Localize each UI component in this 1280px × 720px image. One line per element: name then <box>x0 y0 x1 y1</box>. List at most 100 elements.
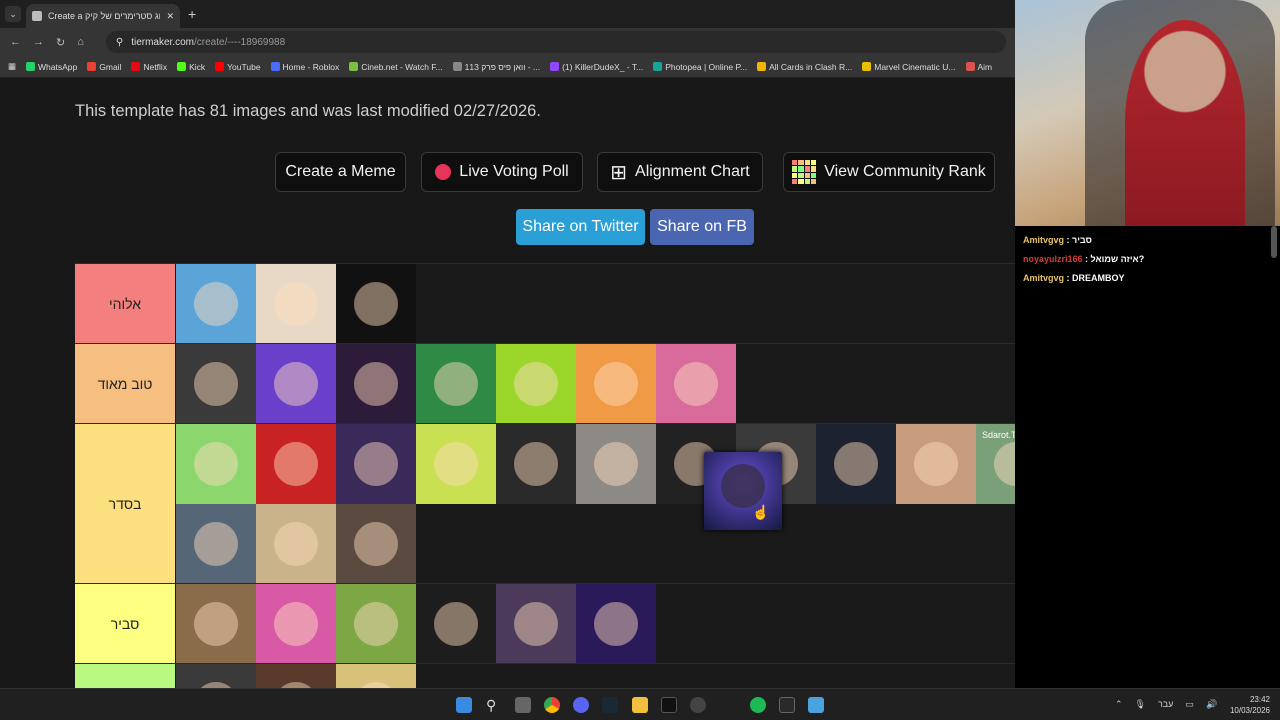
bookmark-item[interactable]: All Cards in Clash R... <box>757 62 852 72</box>
tier-item-image[interactable] <box>176 344 256 424</box>
network-icon[interactable]: ▭ <box>1185 699 1194 710</box>
back-icon[interactable]: ← <box>10 36 21 48</box>
tier-item-image[interactable] <box>176 584 256 664</box>
live-voting-poll-button[interactable]: Live Voting Poll <box>421 152 583 192</box>
bookmark-item[interactable]: Marvel Cinematic U... <box>862 62 956 72</box>
bookmark-label: Photopea | Online P... <box>665 61 748 72</box>
avatar <box>354 282 398 326</box>
bookmark-item[interactable]: Gmail <box>87 62 121 72</box>
bookmark-item[interactable]: WhatsApp <box>26 62 77 72</box>
bookmark-item[interactable]: וואן פיס פרק 113 - ... <box>452 62 540 72</box>
tier-item-image[interactable] <box>176 264 256 344</box>
epic-games-icon[interactable] <box>779 697 795 713</box>
volume-icon[interactable]: 🔊 <box>1206 699 1217 710</box>
tier-item-image[interactable] <box>816 424 896 504</box>
chat-username[interactable]: Amitvgvg <box>1023 235 1064 245</box>
tier-item-image[interactable] <box>256 344 336 424</box>
tier-label[interactable]: סביר <box>75 584 176 663</box>
search-icon[interactable]: ⚲ <box>486 697 502 713</box>
chat-username[interactable]: noyayulzri166 <box>1023 254 1083 264</box>
close-tab-icon[interactable]: ✕ <box>166 11 174 22</box>
tier-label[interactable]: אלוהי <box>75 264 176 343</box>
tier-item-image[interactable] <box>576 584 656 664</box>
tier-item-image[interactable] <box>176 664 256 688</box>
start-icon[interactable] <box>456 697 472 713</box>
tier-label[interactable] <box>75 664 176 688</box>
bookmark-item[interactable]: Kick <box>177 62 205 72</box>
view-community-rank-button[interactable]: View Community Rank <box>783 152 995 192</box>
chat-scrollbar[interactable] <box>1271 226 1277 258</box>
grid-icon: ⊞ <box>610 161 628 184</box>
task-view-icon[interactable] <box>515 697 531 713</box>
tier-item-image[interactable] <box>496 584 576 664</box>
avatar <box>674 362 718 406</box>
bookmark-item[interactable]: Aim <box>965 62 992 72</box>
tier-label[interactable]: בסדר <box>75 424 176 583</box>
tier-item-image[interactable] <box>576 424 656 504</box>
tier-item-image[interactable] <box>336 664 416 688</box>
clock[interactable]: 23:42 10/03/2026 <box>1230 694 1270 716</box>
browser-tab-bar: ⌄ Create a בירוג סטרימרים של קיק ✕ + <box>0 0 1015 28</box>
reload-icon[interactable]: ↻ <box>56 36 65 49</box>
tier-item-image[interactable] <box>256 424 336 504</box>
tier-item-image[interactable] <box>336 424 416 504</box>
tier-item-image[interactable] <box>416 584 496 664</box>
create-meme-button[interactable]: Create a Meme <box>275 152 406 192</box>
tier-item-image[interactable] <box>656 344 736 424</box>
new-tab-icon[interactable]: + <box>188 6 196 22</box>
tier-item-image[interactable] <box>176 424 256 504</box>
chevron-up-icon[interactable]: ⌃ <box>1115 699 1123 710</box>
bookmark-item[interactable]: Photopea | Online P... <box>653 62 747 72</box>
browser-tab[interactable]: Create a בירוג סטרימרים של קיק ✕ <box>26 4 180 28</box>
avatar <box>274 442 318 486</box>
forward-icon[interactable]: → <box>33 36 44 48</box>
tier-item-image[interactable] <box>336 584 416 664</box>
avatar <box>194 362 238 406</box>
tier-item-image[interactable] <box>496 424 576 504</box>
bookmark-item[interactable]: Netflix <box>131 62 167 72</box>
microphone-icon[interactable]: 🎙 <box>1135 699 1146 710</box>
tier-item-image[interactable] <box>336 264 416 344</box>
bookmark-label: Gmail <box>99 61 122 72</box>
dragged-tier-item[interactable] <box>704 452 782 530</box>
home-icon[interactable]: ⌂ <box>77 36 84 48</box>
tier-item-image[interactable] <box>256 584 336 664</box>
tier-item-image[interactable] <box>256 504 336 584</box>
obs-icon[interactable] <box>690 697 706 713</box>
tier-item-image[interactable] <box>336 504 416 584</box>
bookmark-favicon-icon <box>349 62 359 71</box>
alignment-chart-button[interactable]: ⊞ Alignment Chart <box>597 152 763 192</box>
spotify-icon[interactable] <box>750 697 766 713</box>
bookmark-item[interactable]: (1) KillerDudeX_ - T... <box>550 62 643 72</box>
share-twitter-button[interactable]: Share on Twitter <box>516 209 645 245</box>
tier-item-image[interactable] <box>416 344 496 424</box>
share-fb-button[interactable]: Share on FB <box>650 209 754 245</box>
app-icon[interactable] <box>808 697 824 713</box>
site-info-icon[interactable]: ⚲ <box>116 37 123 48</box>
tier-item-image[interactable] <box>336 344 416 424</box>
tier-item-image[interactable] <box>256 264 336 344</box>
address-bar[interactable]: ⚲ tiermaker.com/create/----18969988 <box>105 31 1006 53</box>
streamer <box>1125 20 1245 226</box>
file-explorer-icon[interactable] <box>632 697 648 713</box>
capcut-icon[interactable] <box>661 697 677 713</box>
tier-item-image[interactable] <box>176 504 256 584</box>
tier-item-image[interactable] <box>496 344 576 424</box>
language-indicator[interactable]: עבר <box>1158 699 1173 710</box>
bookmark-item[interactable]: YouTube <box>215 62 261 72</box>
chrome-icon[interactable] <box>544 697 560 713</box>
apps-grid-icon[interactable]: ▦ <box>8 61 16 72</box>
steam-icon[interactable] <box>602 697 618 713</box>
discord-icon[interactable] <box>573 697 589 713</box>
tab-search-icon[interactable]: ⌄ <box>5 6 21 22</box>
tier-item-image[interactable] <box>416 424 496 504</box>
tier-item-image[interactable] <box>256 664 336 688</box>
avatar <box>194 282 238 326</box>
tier-label[interactable]: טוב מאוד <box>75 344 176 423</box>
tier-item-image[interactable]: Sdarot.TV <box>976 424 1015 504</box>
tier-item-image[interactable] <box>896 424 976 504</box>
chat-username[interactable]: Amitvgvg <box>1023 273 1064 283</box>
tier-item-image[interactable] <box>576 344 656 424</box>
bookmark-item[interactable]: Cineb.net - Watch F... <box>349 62 443 72</box>
bookmark-item[interactable]: Home - Roblox <box>270 62 339 72</box>
